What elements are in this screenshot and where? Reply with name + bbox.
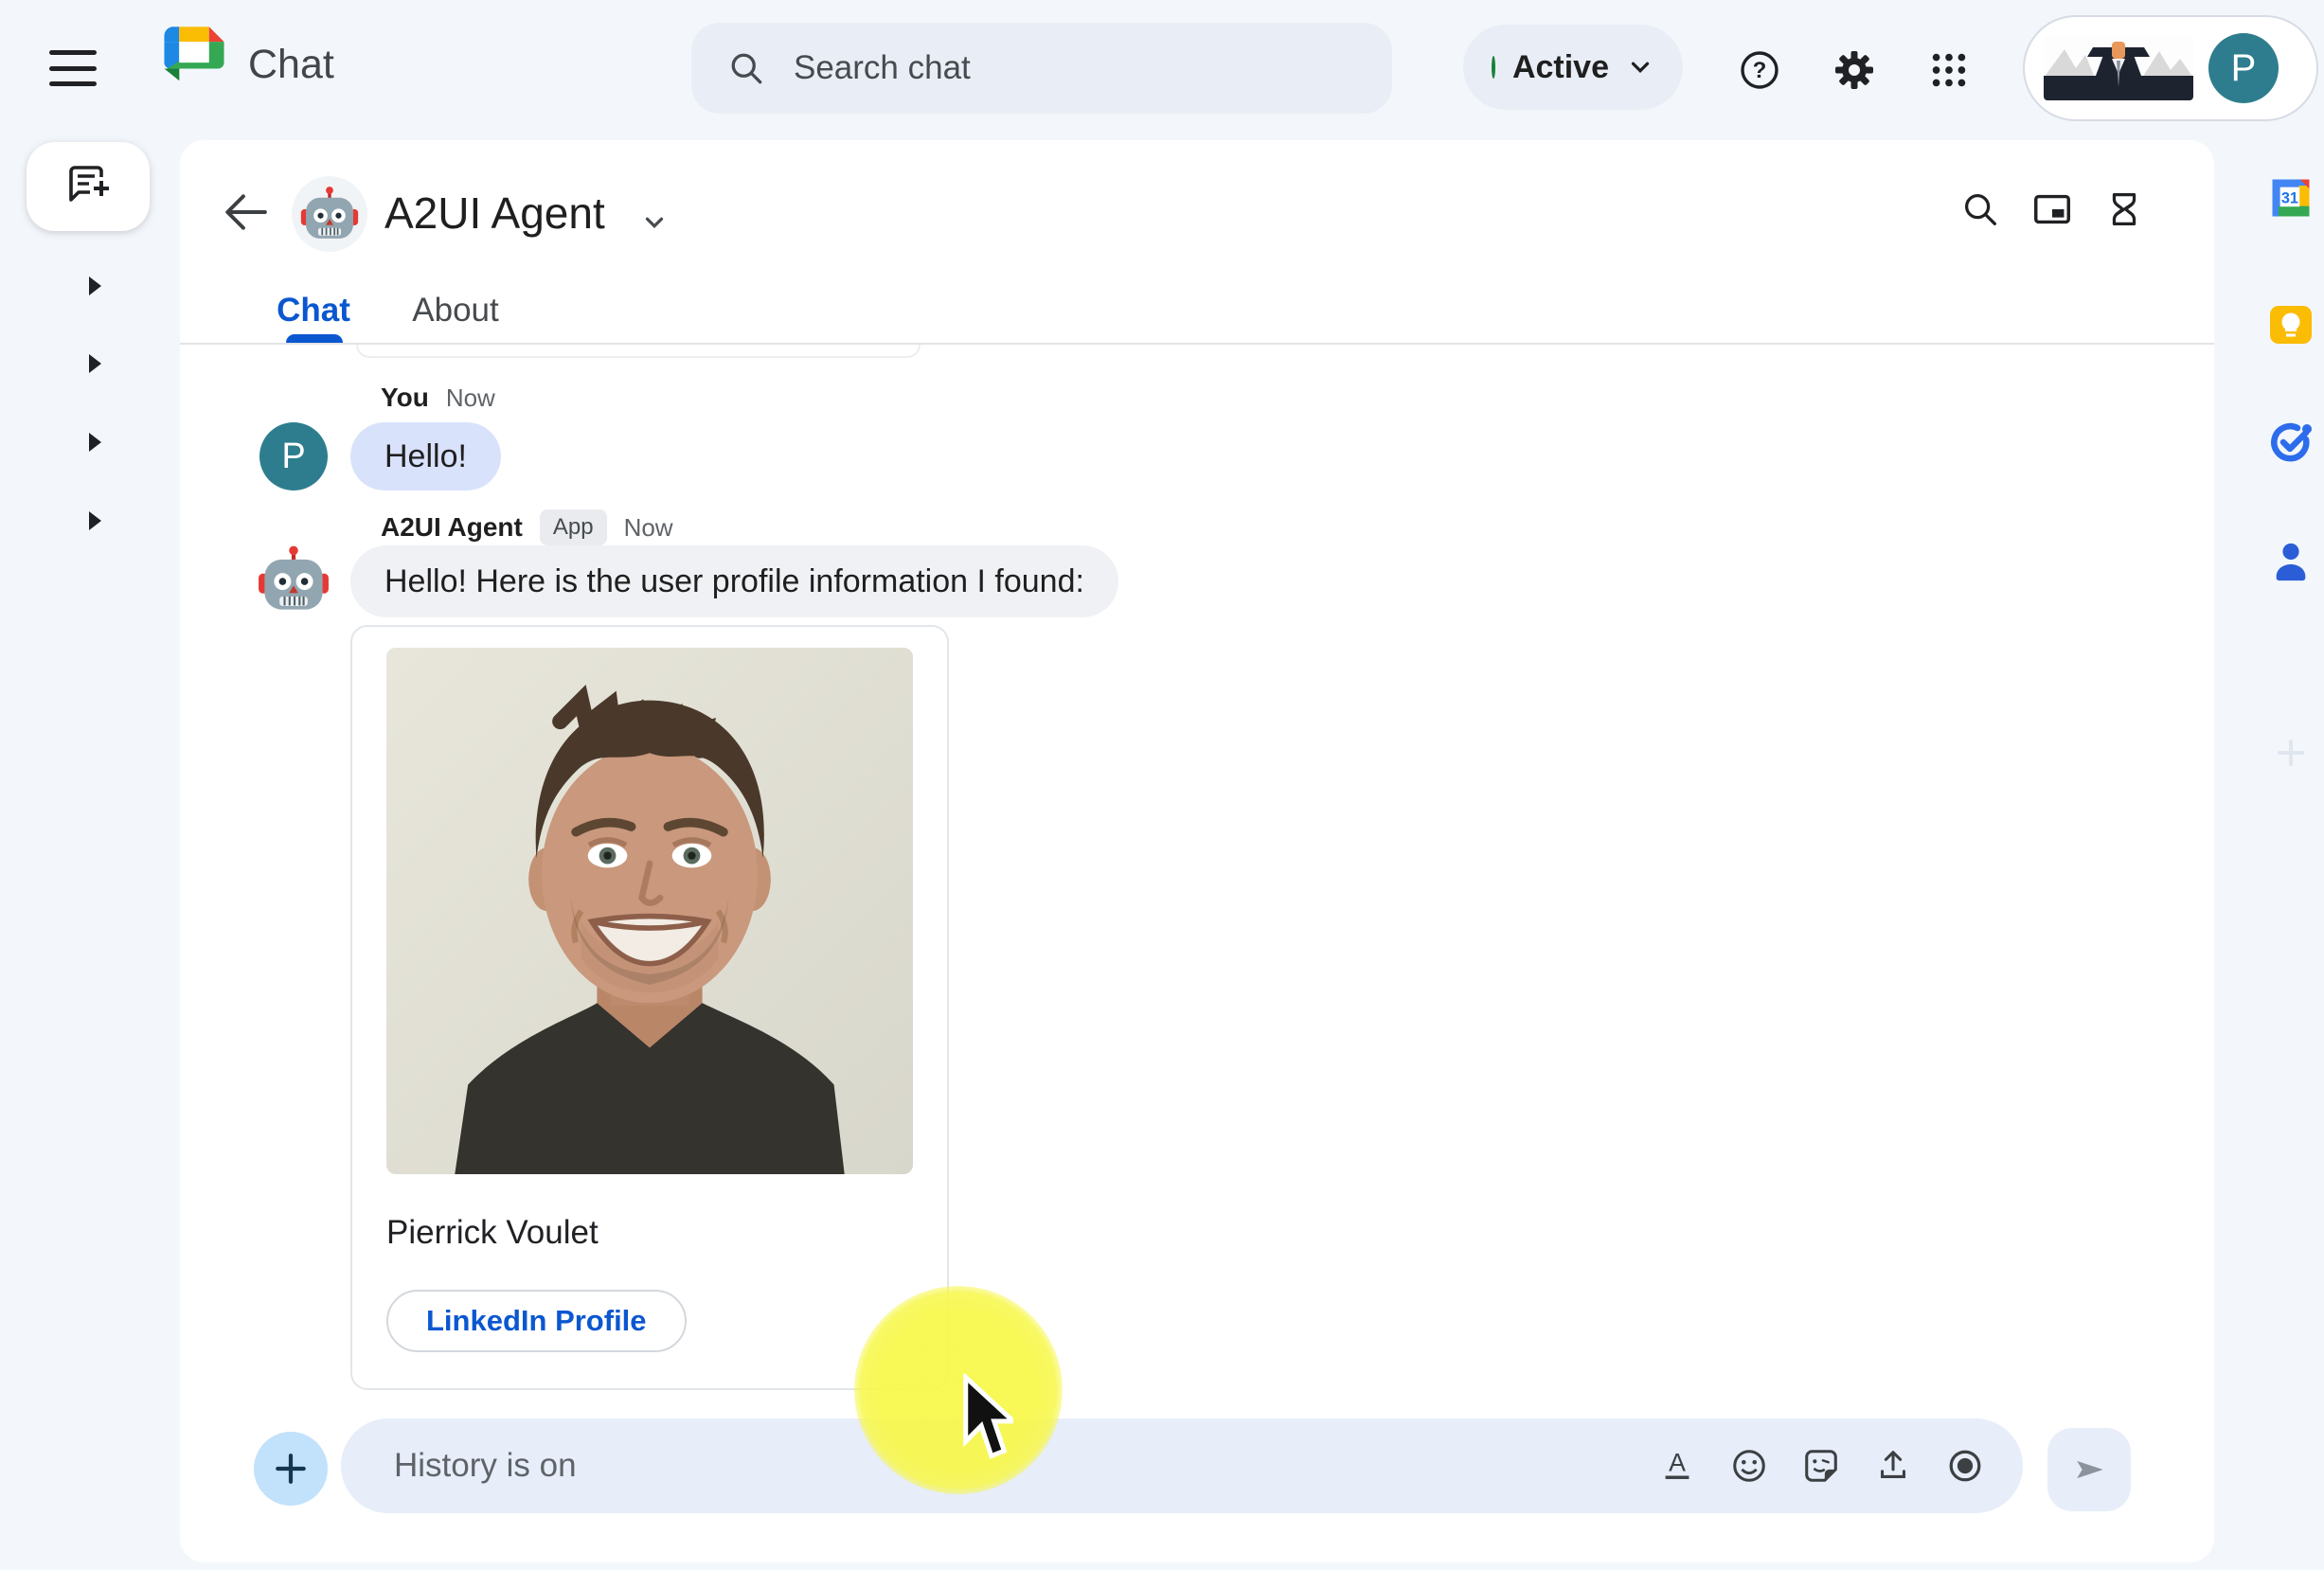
- search-bar[interactable]: [691, 23, 1392, 114]
- settings-gear-icon[interactable]: [1830, 45, 1879, 95]
- apps-grid-icon[interactable]: [1924, 45, 1974, 95]
- active-tab-underline: [286, 334, 343, 343]
- message-composer[interactable]: A: [341, 1418, 2023, 1513]
- tab-about[interactable]: About: [403, 286, 508, 335]
- search-icon: [725, 47, 767, 89]
- conversation-menu-chevron-icon[interactable]: [640, 208, 669, 237]
- google-chat-logo: [157, 21, 231, 98]
- message-time: Now: [624, 513, 673, 543]
- section-expand-caret-1[interactable]: [78, 269, 112, 303]
- linkedin-profile-button[interactable]: LinkedIn Profile: [386, 1290, 687, 1352]
- app-title: Chat: [248, 42, 334, 88]
- open-in-popup-icon[interactable]: [2029, 186, 2076, 233]
- section-expand-caret-2[interactable]: [78, 347, 112, 381]
- section-expand-caret-4[interactable]: [78, 504, 112, 538]
- message-time: Now: [446, 384, 495, 413]
- section-expand-caret-3[interactable]: [78, 425, 112, 459]
- agent-avatar: [292, 176, 367, 252]
- new-chat-button[interactable]: [27, 142, 150, 231]
- conversation-title: A2UI Agent: [384, 187, 605, 239]
- profile-avatar[interactable]: P: [2208, 33, 2279, 103]
- new-chat-icon: [63, 162, 113, 211]
- record-icon[interactable]: [1943, 1444, 1987, 1488]
- get-addons-plus-icon[interactable]: [2265, 727, 2316, 778]
- back-arrow-icon[interactable]: [222, 187, 271, 237]
- send-button[interactable]: [2047, 1428, 2131, 1511]
- composer-toolbar: A: [1655, 1444, 1987, 1488]
- svg-text:?: ?: [1753, 58, 1767, 83]
- workspace-banner-image: [2044, 36, 2193, 100]
- chevron-down-icon: [1626, 53, 1654, 81]
- topbar: Chat Active ?: [0, 0, 2324, 140]
- add-attachment-button[interactable]: [254, 1432, 328, 1506]
- tasks-icon[interactable]: [2265, 417, 2316, 468]
- status-selector[interactable]: Active: [1463, 25, 1683, 110]
- calendar-icon[interactable]: 31: [2265, 172, 2316, 223]
- emoji-icon[interactable]: [1727, 1444, 1771, 1488]
- history-hourglass-icon[interactable]: [2101, 186, 2148, 233]
- svg-text:31: 31: [2281, 189, 2298, 206]
- text-format-icon[interactable]: A: [1655, 1444, 1699, 1488]
- app-badge: App: [540, 509, 607, 545]
- status-label: Active: [1512, 49, 1609, 86]
- conversation-panel: A2UI Agent Chat About You Now P Hello! A…: [180, 140, 2214, 1562]
- profile-photo: [386, 648, 913, 1174]
- keep-icon[interactable]: [2265, 299, 2316, 350]
- search-input[interactable]: [794, 49, 1358, 87]
- main-menu-icon[interactable]: [49, 47, 98, 89]
- active-status-dot: [1492, 56, 1495, 79]
- upload-icon[interactable]: [1871, 1444, 1915, 1488]
- cursor-pointer-icon: [958, 1371, 1013, 1464]
- sender-name: A2UI Agent: [381, 512, 523, 543]
- help-icon[interactable]: ?: [1735, 45, 1784, 95]
- svg-text:A: A: [1669, 1449, 1686, 1477]
- user-profile-card: Pierrick Voulet LinkedIn Profile: [350, 625, 949, 1390]
- tab-chat[interactable]: Chat: [261, 286, 366, 335]
- message-bubble-agent: Hello! Here is the user profile informat…: [350, 545, 1118, 617]
- message-header-you: You Now: [381, 383, 495, 413]
- sender-name: You: [381, 383, 429, 413]
- sticker-icon[interactable]: [1799, 1444, 1843, 1488]
- message-header-agent: A2UI Agent App Now: [381, 509, 673, 545]
- message-bubble-you: Hello!: [350, 422, 501, 491]
- user-avatar: P: [259, 422, 328, 491]
- agent-message-avatar: [258, 544, 330, 616]
- search-in-chat-icon[interactable]: [1957, 186, 2004, 233]
- account-switcher[interactable]: P: [2023, 15, 2318, 121]
- previous-card-partial: [356, 345, 921, 358]
- profile-name: Pierrick Voulet: [386, 1214, 913, 1252]
- contacts-icon[interactable]: [2265, 536, 2316, 587]
